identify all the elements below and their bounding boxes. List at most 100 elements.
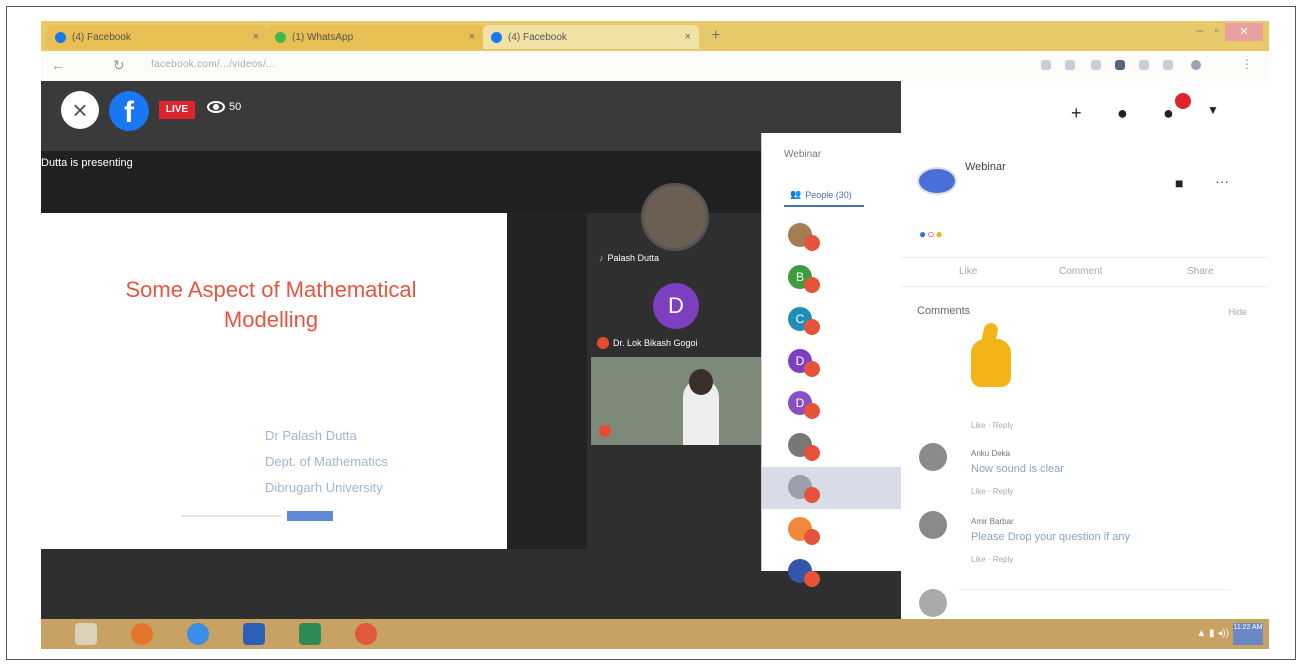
participant-video[interactable] (591, 357, 761, 445)
extension-icon[interactable] (1091, 60, 1101, 70)
desktop-screenshot: (4) Facebook × (1) WhatsApp × (4) Facebo… (41, 21, 1269, 649)
people-icon: 👥 (790, 189, 802, 199)
notifications-icon[interactable]: ● (1163, 103, 1174, 124)
avatar (919, 589, 947, 617)
firefox-icon[interactable] (131, 623, 153, 645)
status-badge (804, 277, 820, 293)
close-icon[interactable]: × (253, 31, 259, 43)
avatar[interactable] (919, 511, 947, 539)
tab-title: (4) Facebook (72, 31, 131, 43)
tab-people[interactable]: 👥 People (30) (790, 189, 852, 200)
list-item[interactable]: D (762, 341, 904, 383)
new-tab-button[interactable]: + (711, 27, 720, 45)
slide-title: Some Aspect of Mathematical Modelling (125, 277, 417, 332)
participant-name: Dr. Lok Bikash Gogoi (597, 337, 698, 349)
menu-icon[interactable]: ⋮ (1241, 57, 1253, 71)
comment-author[interactable]: Amir Barbar (971, 517, 1014, 526)
muted-icon (599, 425, 611, 437)
back-icon[interactable]: ← (51, 57, 65, 73)
comment-meta[interactable]: Like · Reply (971, 487, 1013, 496)
comment-meta[interactable]: Like · Reply (971, 555, 1013, 564)
word-icon[interactable] (243, 623, 265, 645)
browser-tabbar: (4) Facebook × (1) WhatsApp × (4) Facebo… (41, 21, 1269, 51)
comments-heading: Comments (917, 305, 971, 317)
post-actions: Like Comment Share (901, 257, 1269, 287)
list-item[interactable] (762, 551, 904, 593)
muted-icon (597, 337, 609, 349)
avatar[interactable] (641, 183, 709, 251)
list-item[interactable] (762, 215, 904, 257)
status-badge (804, 445, 820, 461)
url-field[interactable]: facebook.com/.../videos/... (151, 59, 275, 70)
status-badge (804, 403, 820, 419)
profile-icon[interactable] (1191, 60, 1201, 70)
browser-tab-2[interactable]: (1) WhatsApp × (267, 25, 483, 49)
slide-controls[interactable] (287, 511, 333, 521)
comment-author[interactable]: Anku Deka (971, 449, 1010, 458)
facebook-favicon-icon (55, 31, 66, 43)
post-title[interactable]: Webinar (965, 161, 1006, 173)
eye-icon (207, 101, 225, 113)
excel-icon[interactable] (299, 623, 321, 645)
chrome-icon[interactable] (355, 623, 377, 645)
thumbs-up-sticker-icon (971, 339, 1011, 387)
star-icon[interactable] (1065, 60, 1075, 70)
tab-title: (4) Facebook (508, 31, 567, 43)
close-icon[interactable]: × (685, 31, 691, 43)
status-badge (804, 487, 820, 503)
screenshot-frame: (4) Facebook × (1) WhatsApp × (4) Facebo… (6, 6, 1296, 660)
participant-name: ♪ Palash Dutta (599, 253, 660, 263)
avatar[interactable] (917, 167, 957, 195)
status-badge (804, 319, 820, 335)
create-icon[interactable]: + (1071, 103, 1082, 124)
extension-icon[interactable] (1163, 60, 1173, 70)
list-item[interactable] (762, 509, 904, 551)
status-badge (804, 235, 820, 251)
viewer-count: 50 (207, 101, 241, 113)
comment-meta[interactable]: Like · Reply (971, 421, 1013, 430)
share-button[interactable]: Share (1187, 266, 1214, 277)
avatar[interactable] (919, 443, 947, 471)
love-reaction-icon: ○ (927, 227, 936, 241)
browser-tab-3[interactable]: (4) Facebook × (483, 25, 699, 49)
like-button[interactable]: Like (959, 266, 977, 277)
browser-tab-1[interactable]: (4) Facebook × (47, 25, 267, 49)
notification-badge (1175, 93, 1191, 109)
clock[interactable]: 11:22 AM (1233, 623, 1263, 645)
comment-text: Please Drop your question if any (971, 531, 1130, 543)
extension-icon[interactable] (1041, 60, 1051, 70)
list-item[interactable]: B (762, 257, 904, 299)
facebook-logo-icon[interactable]: f (109, 91, 149, 131)
slide-author: Dr Palash Dutta Dept. of Mathematics Dib… (265, 428, 388, 495)
list-item[interactable] (762, 467, 904, 509)
messenger-icon[interactable]: ● (1117, 103, 1128, 124)
comment-button[interactable]: Comment (1059, 266, 1102, 277)
close-button[interactable]: × (61, 91, 99, 129)
top-nav: + ● ● ▼ (901, 81, 1269, 141)
reactions[interactable]: ●○● (919, 227, 944, 241)
panel-title: Webinar (784, 149, 822, 160)
avatar[interactable]: D (653, 283, 699, 329)
list-item[interactable]: D (762, 383, 904, 425)
list-item[interactable]: C (762, 299, 904, 341)
maximize-icon[interactable]: ▫ (1215, 23, 1219, 37)
minimize-icon[interactable]: – (1196, 23, 1203, 37)
internet-explorer-icon[interactable] (187, 623, 209, 645)
extension-icon[interactable] (1115, 60, 1125, 70)
camera-icon[interactable]: ■ (1175, 175, 1183, 191)
file-explorer-icon[interactable] (75, 623, 97, 645)
system-tray[interactable]: ▲ ▮ ◂)) (1196, 628, 1229, 639)
list-item[interactable] (762, 425, 904, 467)
comment-input[interactable] (959, 589, 1229, 610)
status-badge (804, 529, 820, 545)
wow-reaction-icon: ● (935, 227, 944, 241)
hide-link[interactable]: Hide (1228, 307, 1247, 317)
window-close-button[interactable]: ✕ (1225, 23, 1263, 41)
status-badge (804, 571, 820, 587)
extension-icon[interactable] (1139, 60, 1149, 70)
more-icon[interactable]: ··· (1215, 173, 1229, 189)
chevron-down-icon[interactable]: ▼ (1207, 103, 1219, 117)
windows-taskbar: ▲ ▮ ◂)) 11:22 AM (41, 619, 1269, 649)
close-icon[interactable]: × (469, 31, 475, 43)
reload-icon[interactable]: ↻ (113, 57, 125, 74)
